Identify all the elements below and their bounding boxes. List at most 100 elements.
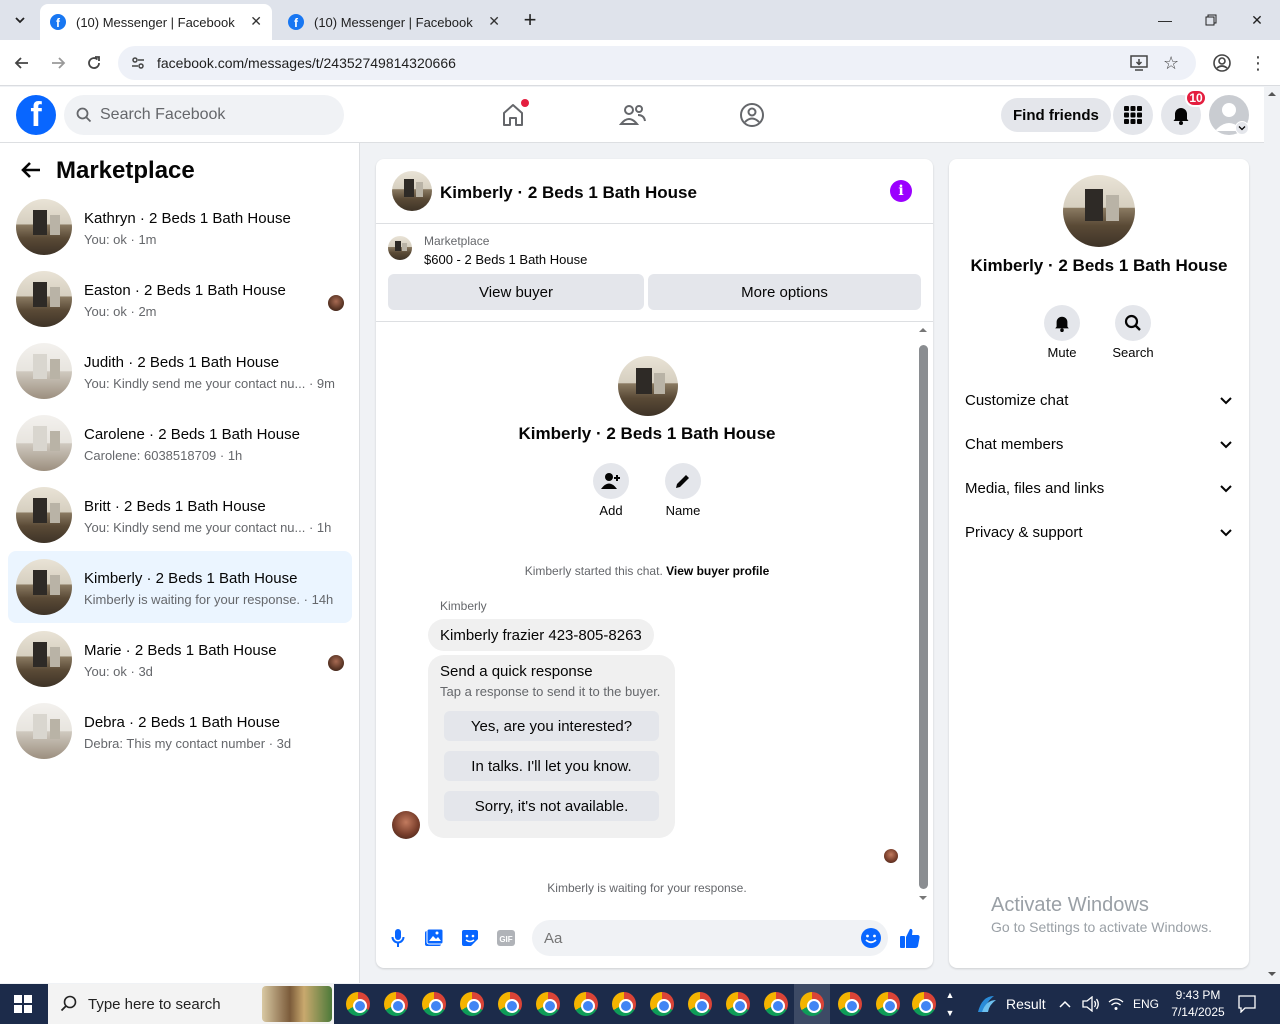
tab-list-dropdown-icon[interactable] — [8, 8, 32, 32]
message-composer[interactable] — [532, 920, 888, 956]
facebook-search-input[interactable]: Search Facebook — [64, 95, 344, 135]
emoji-icon[interactable] — [860, 927, 882, 954]
section-label: Chat members — [965, 435, 1064, 453]
sticker-icon[interactable] — [459, 927, 481, 949]
gif-icon[interactable]: GIF — [495, 927, 517, 949]
chrome-taskbar-icon[interactable] — [496, 990, 524, 1018]
find-friends-button[interactable]: Find friends — [1001, 98, 1111, 132]
browser-tab-2[interactable]: f (10) Messenger | Facebook ✕ — [278, 4, 510, 40]
close-tab-icon[interactable]: ✕ — [488, 13, 500, 30]
url-text[interactable]: facebook.com/messages/t/2435274981432066… — [157, 55, 456, 71]
browser-tab-1[interactable]: f (10) Messenger | Facebook ✕ — [40, 4, 272, 40]
view-buyer-profile-link[interactable]: View buyer profile — [666, 564, 769, 578]
volume-icon[interactable] — [1082, 984, 1100, 1024]
conversation-snippet: You: Kindly send me your contact nu... ·… — [84, 520, 332, 535]
mute-button[interactable] — [1044, 305, 1080, 341]
notification-center-icon[interactable] — [1238, 995, 1256, 1018]
back-arrow-icon[interactable] — [20, 159, 42, 188]
chrome-taskbar-icon[interactable] — [648, 990, 676, 1018]
site-info-icon[interactable] — [130, 55, 146, 76]
profile-icon[interactable] — [1209, 50, 1235, 76]
photo-icon[interactable] — [423, 927, 445, 949]
restore-icon[interactable] — [1188, 0, 1234, 40]
chrome-taskbar-icon[interactable] — [572, 990, 600, 1018]
microphone-icon[interactable] — [387, 927, 409, 949]
chrome-taskbar-icon[interactable] — [724, 990, 752, 1018]
chrome-taskbar-icon[interactable] — [420, 990, 448, 1018]
chrome-taskbar-icon[interactable] — [910, 990, 938, 1018]
conversation-item-selected[interactable]: Kimberly · 2 Beds 1 Bath House Kimberly … — [8, 551, 352, 623]
new-tab-button[interactable]: + — [518, 6, 542, 34]
chrome-taskbar-icon[interactable] — [458, 990, 486, 1018]
install-app-icon[interactable] — [1130, 54, 1148, 77]
name-button[interactable] — [665, 463, 701, 499]
chrome-taskbar-icon[interactable] — [610, 990, 638, 1018]
view-buyer-button[interactable]: View buyer — [388, 274, 644, 310]
close-tab-icon[interactable]: ✕ — [250, 13, 262, 30]
chevron-down-icon — [1220, 529, 1232, 537]
chrome-taskbar-icon[interactable] — [686, 990, 714, 1018]
conversation-item[interactable]: Judith · 2 Beds 1 Bath House You: Kindly… — [8, 335, 352, 407]
chrome-taskbar-icon[interactable] — [874, 990, 902, 1018]
facebook-logo-icon[interactable]: f — [16, 95, 56, 135]
conversation-item[interactable]: Easton · 2 Beds 1 Bath House You: ok · 2… — [8, 263, 352, 335]
minimize-icon[interactable]: — — [1142, 0, 1188, 40]
wifi-icon[interactable] — [1108, 984, 1124, 1024]
forward-icon[interactable] — [45, 50, 71, 76]
groups-icon[interactable] — [736, 99, 768, 131]
conversation-item[interactable]: Kathryn · 2 Beds 1 Bath House You: ok · … — [8, 191, 352, 263]
chat-title[interactable]: Kimberly · 2 Beds 1 Bath House — [440, 183, 697, 203]
taskbar-scroll-arrows[interactable]: ▲ ▼ — [944, 986, 956, 1022]
chrome-taskbar-icon[interactable] — [382, 990, 410, 1018]
conversation-snippet: Debra: This my contact number · 3d — [84, 736, 292, 751]
chrome-taskbar-icon[interactable] — [344, 990, 372, 1018]
tab-title: (10) Messenger | Facebook — [314, 14, 473, 30]
bookmark-star-icon[interactable]: ☆ — [1163, 53, 1179, 74]
quick-response-button[interactable]: In talks. I'll let you know. — [444, 751, 659, 781]
message-input[interactable] — [544, 920, 844, 956]
sender-avatar[interactable] — [392, 811, 420, 839]
chat-scrollbar-thumb[interactable] — [919, 345, 928, 889]
clock[interactable]: 9:43 PM 7/14/2025 — [1163, 987, 1233, 1021]
close-window-icon[interactable]: ✕ — [1234, 0, 1280, 40]
show-hidden-icons[interactable] — [1058, 984, 1072, 1024]
chrome-taskbar-icon[interactable] — [836, 990, 864, 1018]
search-in-chat-button[interactable] — [1115, 305, 1151, 341]
address-bar[interactable]: facebook.com/messages/t/2435274981432066… — [118, 46, 1196, 80]
chat-listing-thumbnail[interactable] — [392, 171, 432, 211]
chrome-taskbar-icon[interactable] — [798, 990, 826, 1018]
quick-response-button[interactable]: Yes, are you interested? — [444, 711, 659, 741]
language-indicator[interactable]: ENG — [1133, 984, 1159, 1024]
more-options-button[interactable]: More options — [648, 274, 921, 310]
weather-label[interactable]: Result — [1006, 984, 1046, 1024]
page-scrollbar[interactable] — [1264, 87, 1280, 983]
conversation-item[interactable]: Britt · 2 Beds 1 Bath House You: Kindly … — [8, 479, 352, 551]
quick-response-button[interactable]: Sorry, it's not available. — [444, 791, 659, 821]
conversation-item[interactable]: Debra · 2 Beds 1 Bath House Debra: This … — [8, 695, 352, 767]
conversation-item[interactable]: Marie · 2 Beds 1 Bath House You: ok · 3d — [8, 623, 352, 695]
browser-menu-icon[interactable]: ⋮ — [1245, 50, 1271, 76]
add-button[interactable] — [593, 463, 629, 499]
conversation-item[interactable]: Carolene · 2 Beds 1 Bath House Carolene:… — [8, 407, 352, 479]
menu-grid-button[interactable] — [1113, 95, 1153, 135]
info-icon[interactable]: i — [890, 180, 912, 202]
privacy-support-section[interactable]: Privacy & support — [965, 520, 1233, 544]
taskbar-search-input[interactable]: Type here to search — [48, 984, 334, 1024]
back-icon[interactable] — [9, 50, 35, 76]
conversation-name: Marie · 2 Beds 1 Bath House — [84, 642, 277, 659]
friends-icon[interactable] — [617, 99, 649, 131]
like-thumbs-up-icon[interactable] — [899, 927, 921, 949]
windows-start-icon[interactable] — [14, 995, 32, 1018]
chrome-taskbar-icon[interactable] — [534, 990, 562, 1018]
listing-title[interactable]: $600 - 2 Beds 1 Bath House — [424, 252, 587, 267]
home-icon[interactable] — [497, 99, 529, 131]
details-thumbnail — [1063, 175, 1135, 247]
reload-icon[interactable] — [81, 50, 107, 76]
message-bubble[interactable]: Kimberly frazier 423-805-8263 — [428, 619, 654, 651]
customize-chat-section[interactable]: Customize chat — [965, 388, 1233, 412]
weather-icon[interactable] — [974, 992, 998, 1016]
account-chevron-icon[interactable] — [1235, 121, 1249, 135]
chrome-taskbar-icon[interactable] — [762, 990, 790, 1018]
media-files-links-section[interactable]: Media, files and links — [965, 476, 1233, 500]
chat-members-section[interactable]: Chat members — [965, 432, 1233, 456]
